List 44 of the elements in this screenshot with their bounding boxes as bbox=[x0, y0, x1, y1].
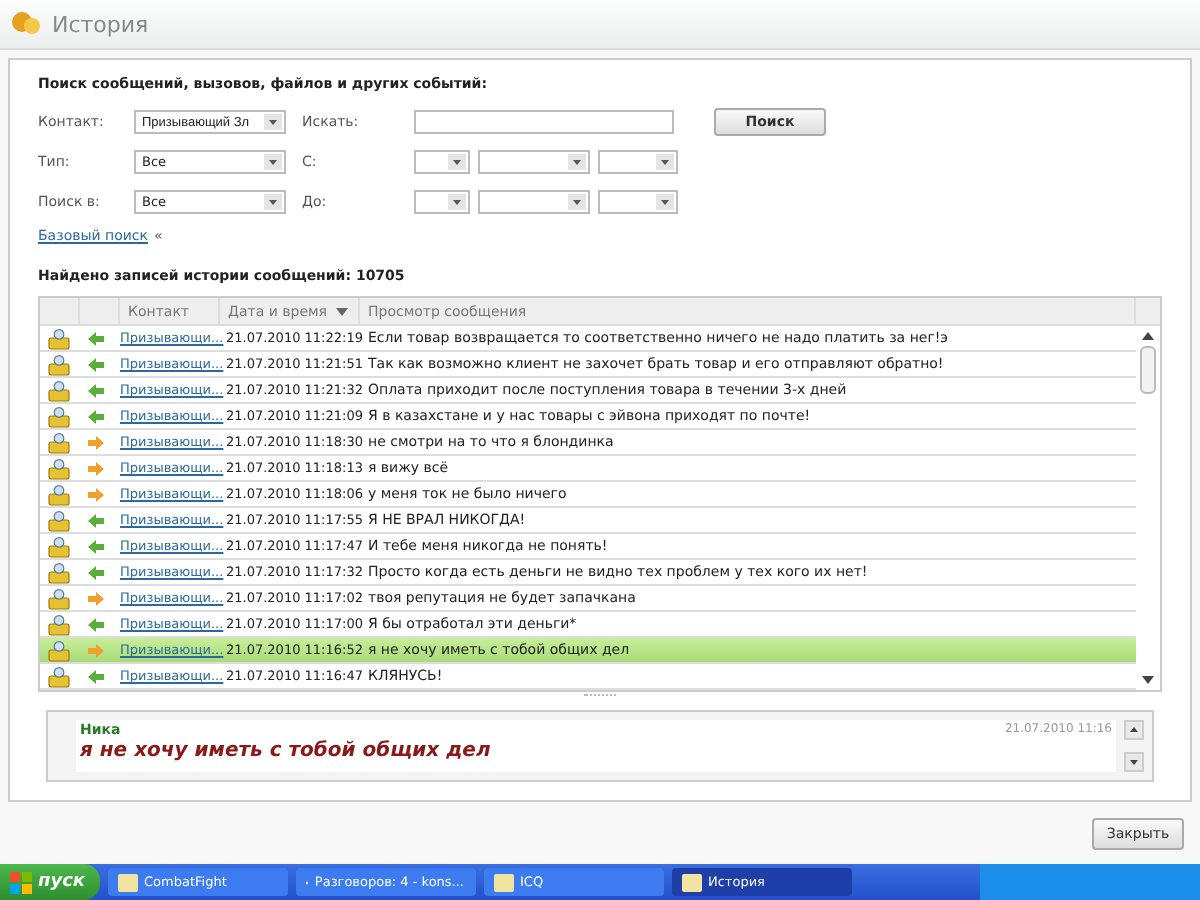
user-icon bbox=[48, 483, 70, 505]
month-dropdown[interactable] bbox=[478, 190, 590, 214]
year-dropdown[interactable] bbox=[598, 150, 678, 174]
window-icon bbox=[494, 873, 514, 891]
scrollbar-thumb[interactable] bbox=[1140, 346, 1156, 394]
window-title: История bbox=[52, 11, 149, 37]
start-button[interactable]: пуск bbox=[0, 864, 100, 900]
scroll-down-icon[interactable] bbox=[1142, 676, 1154, 684]
user-icon bbox=[48, 639, 70, 661]
search-field[interactable] bbox=[414, 110, 674, 134]
user-icon bbox=[48, 613, 70, 635]
user-icon bbox=[48, 405, 70, 427]
dropdown-arrow-icon bbox=[448, 194, 466, 210]
year-dropdown[interactable] bbox=[598, 190, 678, 214]
window-icon bbox=[682, 873, 702, 891]
scroll-up-icon[interactable] bbox=[1142, 332, 1154, 340]
dropdown-arrow-icon bbox=[448, 154, 466, 170]
user-icon bbox=[48, 353, 70, 375]
message-text: я не хочу иметь с тобой общих дел bbox=[78, 740, 493, 762]
dropdown-arrow-icon bbox=[656, 194, 674, 210]
scroll-down-icon[interactable] bbox=[1124, 752, 1144, 772]
dropdown-arrow-icon bbox=[568, 154, 586, 170]
user-icon bbox=[48, 431, 70, 453]
user-icon bbox=[48, 665, 70, 687]
window-icon bbox=[118, 873, 138, 891]
user-icon bbox=[48, 327, 70, 349]
windows-logo-icon bbox=[10, 871, 32, 893]
day-dropdown[interactable] bbox=[414, 150, 470, 174]
user-icon bbox=[48, 587, 70, 609]
chat-bubbles-icon bbox=[10, 10, 42, 38]
dropdown-arrow-icon bbox=[264, 154, 282, 170]
dropdown-arrow-icon bbox=[264, 114, 282, 130]
user-icon bbox=[48, 509, 70, 531]
month-dropdown[interactable] bbox=[478, 150, 590, 174]
scroll-up-icon[interactable] bbox=[1124, 720, 1144, 740]
user-icon bbox=[48, 379, 70, 401]
user-icon bbox=[48, 535, 70, 557]
user-icon bbox=[48, 561, 70, 583]
dropdown-arrow-icon bbox=[656, 154, 674, 170]
dropdown-arrow-icon bbox=[568, 194, 586, 210]
sort-arrow-icon bbox=[336, 307, 348, 315]
user-icon bbox=[48, 457, 70, 479]
day-dropdown[interactable] bbox=[414, 190, 470, 214]
dropdown-arrow-icon bbox=[264, 194, 282, 210]
